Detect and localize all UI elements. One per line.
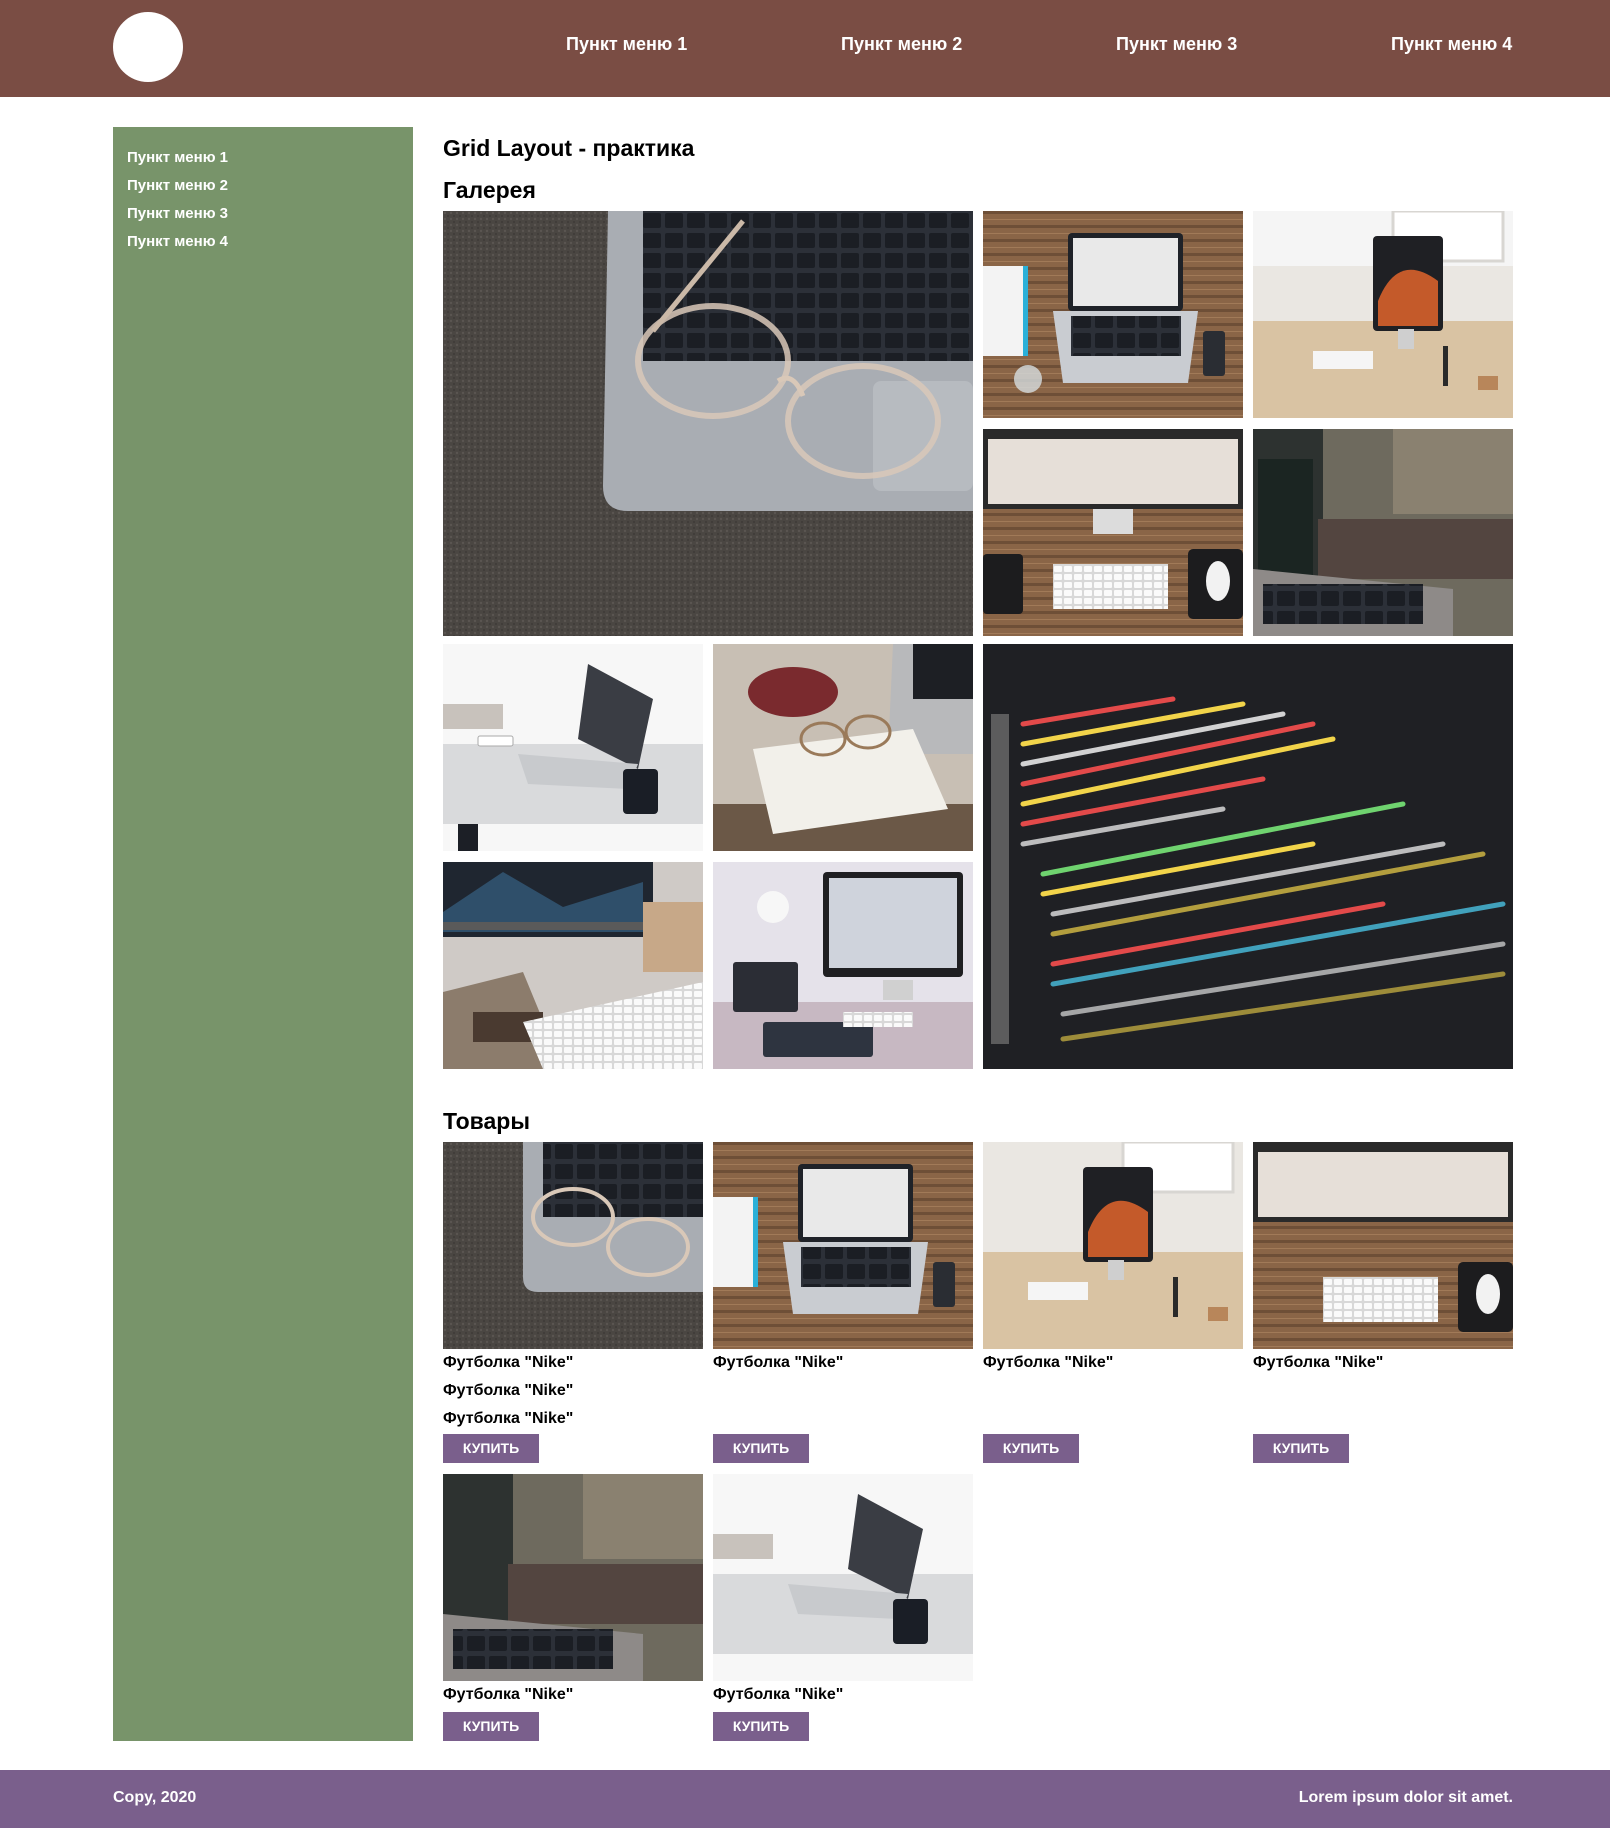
product-name: Футболка "Nike" [983,1354,1114,1371]
gallery-photo-notebook-glasses[interactable] [713,644,973,851]
product-name: Футболка "Nike" [443,1686,574,1703]
buy-button[interactable]: Купить [983,1434,1079,1463]
product-name: Футболка "Nike" [1253,1354,1384,1371]
site-header: Пункт меню 1 Пункт меню 2 Пункт меню 3 П… [0,0,1610,97]
product-name: Футболка "Nike" [443,1382,574,1399]
site-footer: Copy, 2020 Lorem ipsum dolor sit amet. [0,1770,1610,1828]
gallery-photo-imac-top[interactable] [983,429,1243,636]
gallery-photo-code-screen[interactable] [983,644,1513,1069]
top-nav-item-4[interactable]: Пункт меню 4 [1391,34,1512,55]
gallery-title: Галерея [443,177,536,203]
product-name: Футболка "Nike" [443,1410,574,1427]
page-title: Grid Layout - практика [443,135,695,161]
product-card: Футболка "Nike" Купить [713,1142,973,1463]
top-nav-item-2[interactable]: Пункт меню 2 [841,34,962,55]
product-card: Футболка "Nike" Купить [713,1474,973,1741]
product-image[interactable] [443,1474,703,1681]
top-nav-item-3[interactable]: Пункт меню 3 [1116,34,1237,55]
gallery-photo-imac-keyboard[interactable] [443,862,703,1069]
product-image[interactable] [713,1142,973,1349]
product-name: Футболка "Nike" [713,1686,844,1703]
sidebar-item-2[interactable]: Пункт меню 2 [127,172,399,200]
product-image[interactable] [443,1142,703,1349]
product-name: Футболка "Nike" [443,1354,574,1371]
sidebar: Пункт меню 1 Пункт меню 2 Пункт меню 3 П… [113,127,413,1741]
buy-button[interactable]: Купить [1253,1434,1349,1463]
product-image[interactable] [713,1474,973,1681]
product-image[interactable] [983,1142,1243,1349]
product-name: Футболка "Nike" [713,1354,844,1371]
buy-button[interactable]: Купить [713,1434,809,1463]
product-card: Футболка "Nike" Купить [1253,1142,1513,1463]
gallery-photo-imac-window[interactable] [1253,211,1513,418]
gallery-photo-laptop-white-desk[interactable] [443,644,703,851]
gallery-photo-laptop-desk[interactable] [983,211,1243,418]
sidebar-item-1[interactable]: Пункт меню 1 [127,144,399,172]
sidebar-item-4[interactable]: Пункт меню 4 [127,228,399,256]
logo[interactable] [113,12,183,82]
buy-button[interactable]: Купить [443,1712,539,1741]
products-title: Товары [443,1108,530,1134]
sidebar-item-3[interactable]: Пункт меню 3 [127,200,399,228]
product-card: Футболка "Nike" Купить [443,1474,703,1741]
footer-text: Lorem ipsum dolor sit amet. [1298,1789,1513,1806]
footer-copyright: Copy, 2020 [113,1789,197,1806]
product-image[interactable] [1253,1142,1513,1349]
buy-button[interactable]: Купить [443,1434,539,1463]
gallery-photo-glasses-laptop[interactable] [443,211,973,636]
product-card: Футболка "Nike" Купить [983,1142,1243,1463]
top-nav-item-1[interactable]: Пункт меню 1 [566,34,687,55]
buy-button[interactable]: Купить [713,1712,809,1741]
gallery-photo-laptop-books[interactable] [1253,429,1513,636]
gallery-photo-imac-ipad[interactable] [713,862,973,1069]
product-card: Футболка "Nike" Футболка "Nike" Футболка… [443,1142,703,1463]
